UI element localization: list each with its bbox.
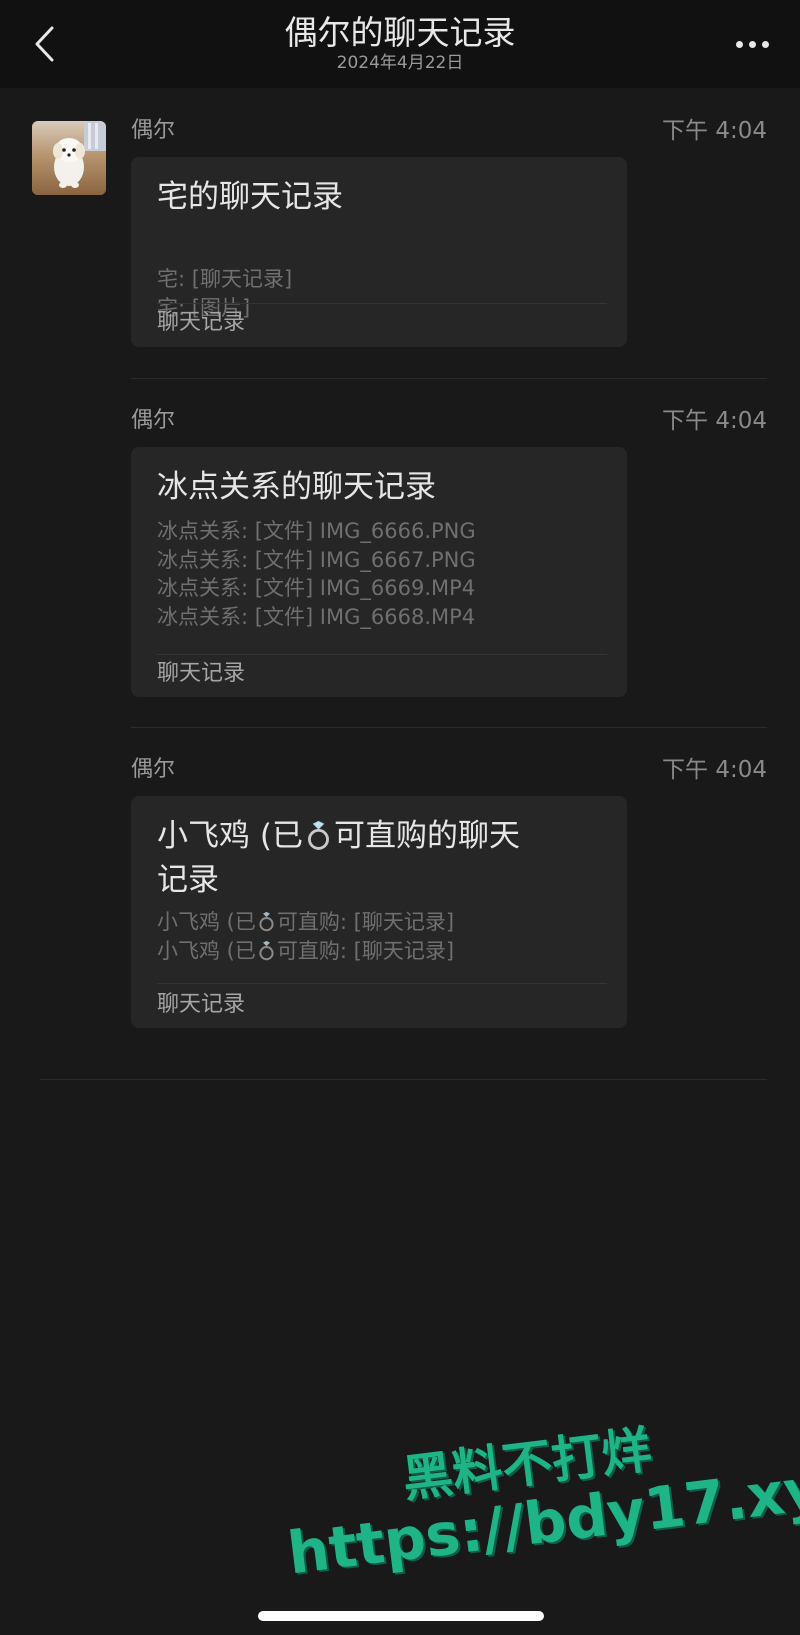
header-title-block: 偶尔的聊天记录 2024年4月22日 [150,12,650,74]
preview-line: 宅: [聊天记录] [157,267,293,291]
chat-record-card[interactable]: 冰点关系的聊天记录 冰点关系: [文件] IMG_6666.PNG 冰点关系: … [131,447,627,697]
sender-name: 偶尔 [131,118,176,143]
message-time: 下午 4:04 [662,757,767,783]
home-indicator[interactable] [258,1611,544,1621]
message-item: 偶尔 下午 4:04 小飞鸡 (已 可直购的聊天 记录 小飞鸡 (已 可直购: [聊天… [131,757,767,1037]
nav-header: 偶尔的聊天记录 2024年4月22日 [0,0,800,88]
back-button[interactable] [24,20,64,68]
preview-line-part: 可直购: [聊天记录] [276,910,455,934]
message-item: 偶尔 下午 4:04 宅的聊天记录 宅: [聊天记录] 宅: [图片] 聊天记录 [131,118,767,348]
chat-record-card[interactable]: 小飞鸡 (已 可直购的聊天 记录 小飞鸡 (已 可直购: [聊天记录] 小飞鸡 (已可… [131,796,627,1028]
preview-line: 冰点关系: [文件] IMG_6667.PNG [157,547,476,572]
ring-icon [259,912,274,932]
card-title-part: 记录 [157,862,219,898]
more-button[interactable] [726,30,778,58]
ring-icon [307,820,329,850]
message-divider [131,727,767,728]
message-item: 偶尔 下午 4:04 冰点关系的聊天记录 冰点关系: [文件] IMG_6666… [131,408,767,698]
card-footer-label: 聊天记录 [157,310,246,335]
card-preview-lines: 小飞鸡 (已 可直购: [聊天记录] 小飞鸡 (已 可直购: [聊天记录] [157,908,607,965]
preview-line: 冰点关系: [文件] IMG_6668.MP4 [157,604,476,629]
card-title: 宅的聊天记录 [157,179,343,215]
card-title-part: 可直购的聊天 [333,818,520,854]
page-date: 2024年4月22日 [336,53,464,73]
preview-line: 冰点关系: [文件] IMG_6666.PNG [157,519,476,543]
card-footer-label: 聊天记录 [157,661,246,686]
card-separator [157,983,607,984]
ellipsis-icon [761,40,769,48]
preview-line: 小飞鸡 (已 可直购: [聊天记录] [157,937,607,966]
card-title-part: 小飞鸡 (已 [157,818,303,854]
card-preview-lines: 冰点关系: [文件] IMG_6666.PNG 冰点关系: [文件] IMG_6… [157,517,607,631]
card-title: 小飞鸡 (已 可直购的聊天记录 [157,814,607,902]
preview-line: 冰点关系: [文件] IMG_6669.MP4 [157,576,476,600]
card-footer-label: 聊天记录 [157,992,246,1017]
ellipsis-icon [748,40,756,48]
ring-icon [259,940,274,960]
message-time: 下午 4:04 [662,408,767,434]
message-divider [131,378,767,379]
preview-line-part: 小飞鸡 (已 [157,910,256,934]
card-separator [157,303,607,304]
page-title: 偶尔的聊天记录 [284,13,516,52]
chevron-left-icon [35,26,54,62]
sender-name: 偶尔 [131,408,176,433]
preview-line: 小飞鸡 (已 可直购: [聊天记录] [157,908,607,937]
chat-record-card[interactable]: 宅的聊天记录 宅: [聊天记录] 宅: [图片] 聊天记录 [131,157,627,347]
preview-line-part: 可直购: [聊天记录] [276,938,455,963]
list-end-divider [40,1079,767,1080]
dog-avatar-image [32,121,106,195]
preview-line-part: 小飞鸡 (已 [157,938,256,963]
avatar[interactable] [32,121,106,195]
card-separator [157,654,607,655]
ellipsis-icon [735,40,743,48]
chat-history-page: 偶尔的聊天记录 2024年4月22日 偶尔 下午 4:04 宅的聊天记录 宅: … [0,0,800,1635]
card-title: 冰点关系的聊天记录 [157,469,436,505]
message-time: 下午 4:04 [662,118,767,144]
sender-name: 偶尔 [131,757,176,782]
